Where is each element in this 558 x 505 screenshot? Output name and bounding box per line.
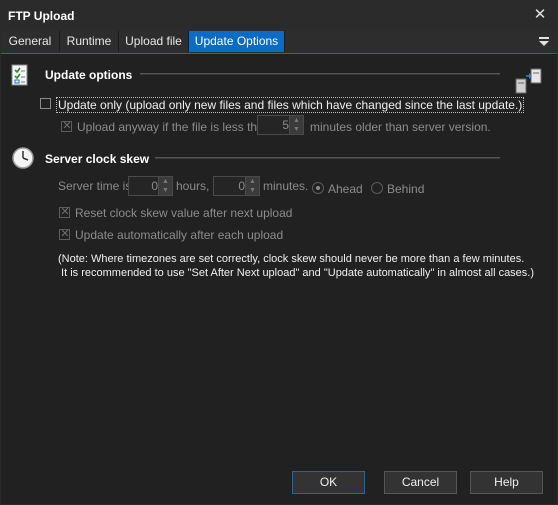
minutes-older-stepper[interactable]: 5 ▲ ▼: [257, 115, 304, 135]
help-button[interactable]: Help: [470, 471, 543, 494]
server-time-label: Server time is: [58, 179, 132, 193]
note-line-1: (Note: Where timezones are set correctly…: [58, 253, 525, 265]
window-title: FTP Upload: [8, 9, 75, 23]
clock-icon: [12, 147, 34, 169]
close-icon[interactable]: ✕: [530, 5, 550, 25]
tab-update-options[interactable]: Update Options: [189, 31, 285, 52]
update-only-checkbox[interactable]: [40, 98, 51, 109]
update-auto-checkbox[interactable]: ✕: [59, 228, 70, 240]
checklist-icon: [11, 64, 28, 86]
behind-radio[interactable]: [371, 182, 383, 194]
minutes-stepper[interactable]: 0 ▲ ▼: [213, 176, 260, 196]
upload-anyway-label: Upload anyway if the file is less than: [77, 120, 271, 134]
stepper-down-icon[interactable]: ▼: [246, 186, 259, 195]
clock-skew-header: Server clock skew: [45, 152, 150, 166]
tab-strip: General Runtime Upload file Update Optio…: [1, 31, 557, 54]
hours-label: hours,: [176, 179, 210, 193]
stepper-down-icon[interactable]: ▼: [159, 186, 172, 195]
menu-icon[interactable]: [537, 34, 551, 48]
tab-general[interactable]: General: [1, 31, 60, 52]
stepper-down-icon[interactable]: ▼: [290, 125, 303, 134]
tab-upload-file[interactable]: Upload file: [119, 31, 189, 52]
section-divider: [155, 157, 500, 159]
server-transfer-icon: [515, 68, 542, 94]
minutes-label: minutes.: [263, 179, 309, 193]
minutes-older-value: 5: [282, 118, 289, 132]
behind-label: Behind: [387, 182, 425, 196]
update-options-header: Update options: [45, 68, 133, 82]
hours-stepper[interactable]: 0 ▲ ▼: [128, 176, 173, 196]
reset-skew-label: Reset clock skew value after next upload: [75, 206, 293, 220]
minutes-older-suffix: minutes older than server version.: [310, 120, 491, 134]
hours-value: 0: [151, 179, 158, 193]
section-divider: [140, 73, 500, 75]
ahead-label: Ahead: [328, 182, 363, 196]
update-only-label[interactable]: Update only (upload only new files and f…: [56, 97, 525, 113]
update-auto-label: Update automatically after each upload: [75, 228, 284, 242]
upload-anyway-checkbox[interactable]: ✕: [61, 120, 72, 132]
stepper-up-icon[interactable]: ▲: [290, 116, 303, 125]
reset-skew-checkbox[interactable]: ✕: [59, 206, 70, 218]
title-bar: [0, 0, 558, 31]
stepper-up-icon[interactable]: ▲: [159, 177, 172, 186]
note-line-2: It is recommended to use "Set After Next…: [58, 267, 535, 279]
minutes-value: 0: [238, 179, 245, 193]
stepper-up-icon[interactable]: ▲: [246, 177, 259, 186]
cancel-button[interactable]: Cancel: [384, 471, 457, 494]
ok-button[interactable]: OK: [292, 471, 365, 494]
ahead-radio[interactable]: [312, 182, 324, 194]
tab-runtime[interactable]: Runtime: [60, 31, 119, 52]
